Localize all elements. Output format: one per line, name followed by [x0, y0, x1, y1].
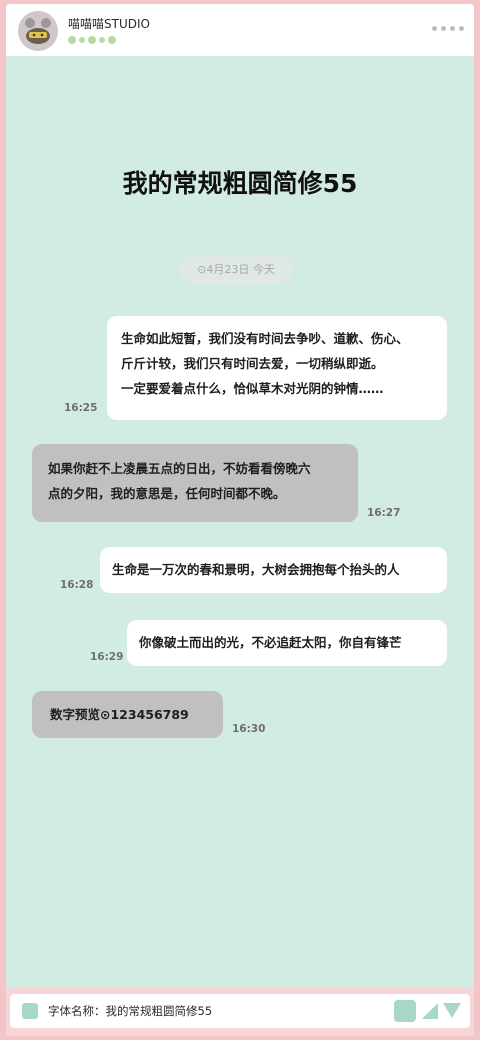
footer: 字体名称：我的常规粗圆简修55	[6, 988, 474, 1036]
message-bubble[interactable]: 生命是一万次的春和景明，大树会拥抱每个抬头的人	[100, 547, 447, 593]
message-time: 16:28	[60, 579, 94, 591]
triangle-down-icon[interactable]	[442, 1001, 462, 1021]
cat-avatar-icon[interactable]	[18, 11, 58, 51]
status-dots	[68, 36, 116, 44]
date-pill: ⊙4月23日 今天	[179, 256, 293, 284]
square-button[interactable]	[394, 1000, 416, 1022]
message-line: 如果你赶不上凌晨五点的日出，不妨看看傍晚六	[48, 461, 311, 476]
message-time: 16:27	[367, 507, 401, 519]
message-line: 生命是一万次的春和景明，大树会拥抱每个抬头的人	[112, 562, 400, 577]
square-icon[interactable]	[22, 1003, 38, 1019]
message-line: 斤斤计较，我们只有时间去爱，一切稍纵即逝。	[121, 356, 384, 371]
footer-bar: 字体名称：我的常规粗圆简修55	[10, 994, 470, 1028]
message-line: 你像破土而出的光，不必追赶太阳，你自有锋芒	[139, 635, 402, 650]
message-line: 点的夕阳，我的意思是，任何时间都不晚。	[48, 486, 286, 501]
message-bubble[interactable]: 数字预览⊙123456789	[32, 691, 223, 738]
message-bubble[interactable]: 生命如此短暂，我们没有时间去争吵、道歉、伤心、 斤斤计较，我们只有时间去爱，一切…	[107, 316, 447, 420]
message-time: 16:25	[64, 402, 98, 414]
more-dots-icon[interactable]	[432, 26, 464, 31]
message-time: 16:29	[90, 651, 124, 663]
message-line: 一定要爱着点什么，恰似草木对光阴的钟情……	[121, 381, 384, 396]
chat-area: 我的常规粗圆简修55 ⊙4月23日 今天 生命如此短暂，我们没有时间去争吵、道歉…	[6, 56, 474, 988]
triangle-up-icon[interactable]	[420, 1001, 440, 1021]
font-name-text: 字体名称：我的常规粗圆简修55	[48, 1004, 213, 1018]
message-time: 16:30	[232, 723, 266, 735]
message-bubble[interactable]: 如果你赶不上凌晨五点的日出，不妨看看傍晚六 点的夕阳，我的意思是，任何时间都不晚…	[32, 444, 358, 522]
app-title: 喵喵喵STUDIO	[68, 17, 150, 31]
message-line: 生命如此短暂，我们没有时间去争吵、道歉、伤心、	[121, 331, 409, 346]
header-bar: 喵喵喵STUDIO	[6, 4, 474, 56]
message-bubble[interactable]: 你像破土而出的光，不必追赶太阳，你自有锋芒	[127, 620, 447, 666]
message-line: 数字预览⊙123456789	[50, 707, 189, 722]
font-title: 我的常规粗圆简修55	[122, 169, 358, 198]
